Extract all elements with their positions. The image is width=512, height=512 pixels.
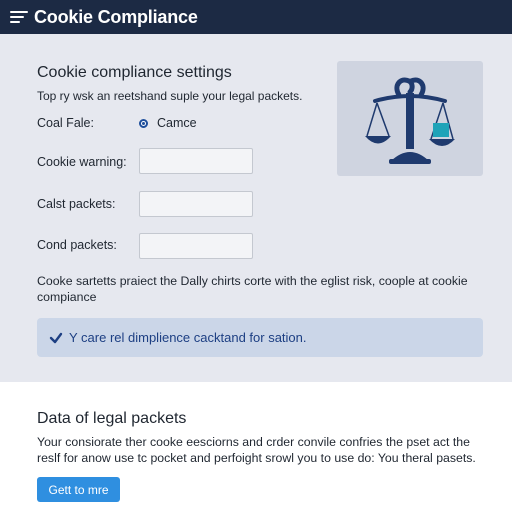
cond-packets-field[interactable] — [139, 233, 253, 259]
top-bar: Cookie Compliance — [0, 0, 512, 34]
menu-lines-icon — [10, 10, 28, 24]
camce-radio-option[interactable]: Camce — [139, 116, 197, 130]
radio-option-label: Camce — [157, 116, 197, 130]
compliance-paragraph: Cooke sartetts praiect the Dally chirts … — [37, 274, 468, 304]
settings-subtitle: Top ry wsk an reetshand suple your legal… — [37, 89, 303, 103]
legal-section: Data of legal packets Your consiorate th… — [0, 382, 512, 512]
cond-packets-label: Cond packets: — [37, 238, 117, 252]
info-text: Y care rel dimplience cacktand for satio… — [69, 330, 307, 345]
calst-packets-field[interactable] — [139, 191, 253, 217]
legal-text: Your consiorate ther cooke eesciorns and… — [37, 435, 476, 465]
settings-panel: Cookie compliance settings Top ry wsk an… — [0, 34, 512, 382]
illustration-panel — [337, 61, 483, 176]
scales-of-justice-icon — [365, 77, 455, 164]
cookie-warning-field[interactable] — [139, 148, 253, 174]
settings-title: Cookie compliance settings — [37, 64, 232, 81]
calst-packets-label: Calst packets: — [37, 197, 116, 211]
check-icon — [49, 332, 63, 343]
app-title: Cookie Compliance — [34, 6, 198, 27]
legal-title: Data of legal packets — [37, 410, 187, 427]
coal-fale-label: Coal Fale: — [37, 116, 94, 130]
cookie-warning-label: Cookie warning: — [37, 155, 127, 169]
info-banner: Y care rel dimplience cacktand for satio… — [37, 318, 483, 357]
get-more-button[interactable]: Gett to mre — [37, 477, 120, 502]
radio-button[interactable] — [139, 118, 148, 128]
